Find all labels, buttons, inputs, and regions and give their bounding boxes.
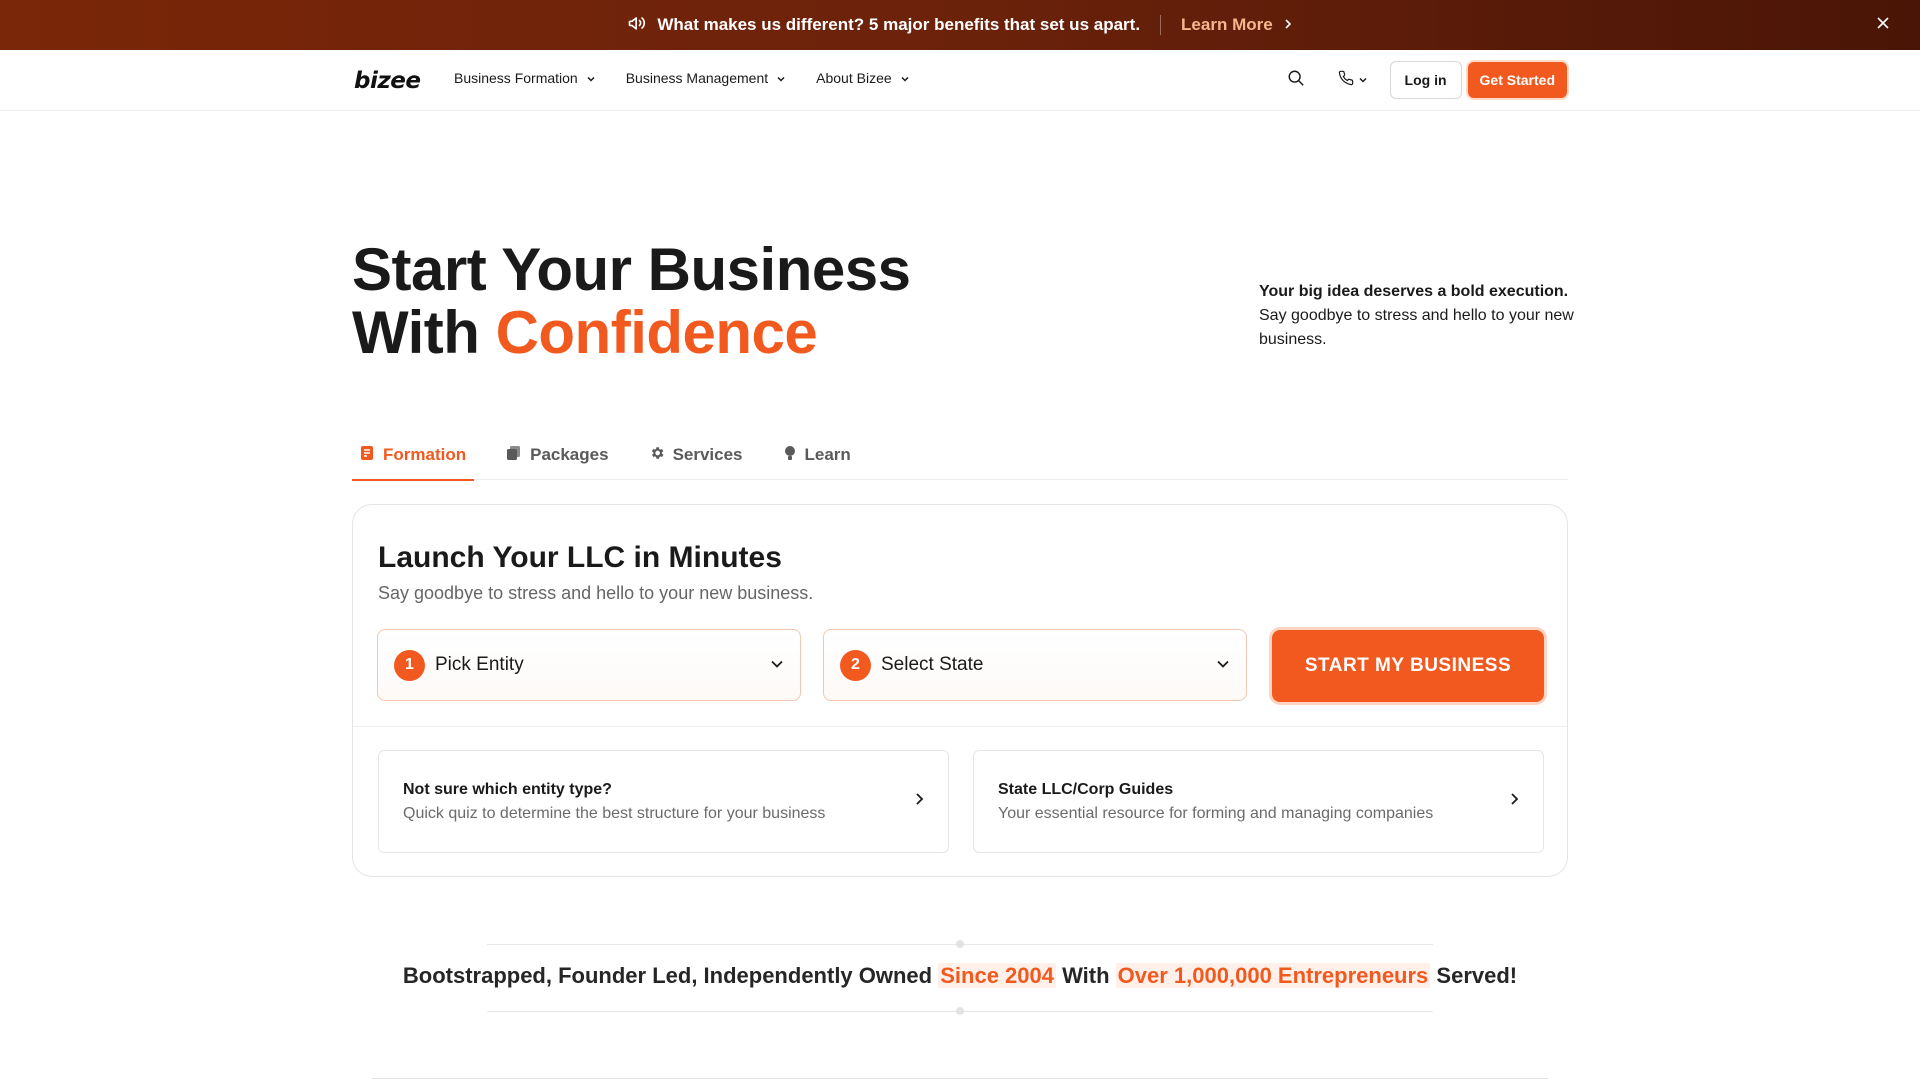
phone-dropdown[interactable] xyxy=(1330,61,1376,99)
chevron-right-icon xyxy=(1283,15,1293,35)
tab-label: Services xyxy=(672,445,743,464)
trust-text: Served! xyxy=(1430,963,1518,988)
guide-title: Not sure which entity type? xyxy=(403,780,612,798)
trust-highlight-entrepreneurs: Over 1,000,000 Entrepreneurs xyxy=(1115,963,1431,988)
tab-label: Formation xyxy=(383,445,467,464)
hero-tagline-text: Say goodbye to stress and hello to your … xyxy=(1259,307,1574,348)
product-tabs: Formation Packages Services Learn xyxy=(352,430,1568,481)
trust-text: Bootstrapped, Founder Led, Independently… xyxy=(402,963,939,988)
hero-title-accent: Confidence xyxy=(495,299,818,366)
hero-title-line2-prefix: With xyxy=(352,299,496,366)
trust-statement: Bootstrapped, Founder Led, Independently… xyxy=(0,963,1920,989)
guide-title: State LLC/Corp Guides xyxy=(998,780,1174,798)
phone-icon xyxy=(1338,70,1354,91)
card-title: Launch Your LLC in Minutes xyxy=(378,541,782,574)
bizee-logo[interactable]: bizee xyxy=(354,68,421,94)
document-icon xyxy=(360,445,375,466)
hero-tagline: Your big idea deserves a bold execution.… xyxy=(1259,280,1579,352)
nav-item-label: Business Formation xyxy=(454,70,578,86)
chevron-down-icon xyxy=(776,70,786,86)
section-divider xyxy=(372,1078,1548,1079)
announcement-message: What makes us different? 5 major benefit… xyxy=(657,15,1141,34)
nav-item-label: Business Management xyxy=(625,70,769,86)
step-badge: 1 xyxy=(394,649,425,681)
nav-actions: Log in Get Started xyxy=(1276,61,1567,99)
tab-label: Packages xyxy=(530,445,609,464)
chevron-down-icon xyxy=(586,70,596,86)
nav-menu: Business Formation Business Management A… xyxy=(454,70,910,86)
lightbulb-icon xyxy=(783,445,797,466)
tab-learn[interactable]: Learn xyxy=(775,430,859,480)
hero-title: Start Your Business With Confidence xyxy=(352,236,911,366)
guide-description: Your essential resource for forming and … xyxy=(998,804,1434,822)
announcement-bar: What makes us different? 5 major benefit… xyxy=(0,0,1920,50)
chevron-down-icon xyxy=(1216,656,1230,674)
guide-description: Quick quiz to determine the best structu… xyxy=(403,804,826,822)
nav-business-management[interactable]: Business Management xyxy=(626,70,786,86)
guide-text: State LLC/Corp Guides Your essential res… xyxy=(998,781,1509,823)
entity-quiz-link[interactable]: Not sure which entity type? Quick quiz t… xyxy=(378,750,949,853)
trust-divider-dot xyxy=(956,940,964,948)
card-subtitle: Say goodbye to stress and hello to your … xyxy=(378,583,814,603)
learn-more-link[interactable]: Learn More xyxy=(1181,15,1293,35)
chevron-right-icon xyxy=(914,792,924,811)
nav-business-formation[interactable]: Business Formation xyxy=(454,70,596,86)
nav-about-bizee[interactable]: About Bizee xyxy=(816,70,910,86)
close-icon xyxy=(1876,16,1890,35)
step-badge: 2 xyxy=(840,649,871,681)
tab-services[interactable]: Services xyxy=(641,430,751,480)
gear-icon xyxy=(649,445,665,466)
state-select-label: Select State xyxy=(881,654,984,675)
trust-highlight-since: Since 2004 xyxy=(938,963,1056,988)
guide-text: Not sure which entity type? Quick quiz t… xyxy=(403,781,914,823)
start-my-business-button[interactable]: START MY BUSINESS xyxy=(1272,630,1544,702)
trust-divider-dot xyxy=(956,1007,964,1015)
state-select[interactable]: 2 Select State xyxy=(823,629,1247,701)
chevron-down-icon xyxy=(1358,71,1368,89)
search-button[interactable] xyxy=(1276,61,1316,99)
card-divider xyxy=(353,726,1567,727)
search-icon xyxy=(1287,69,1305,92)
tab-label: Learn xyxy=(804,445,851,464)
close-announcement-button[interactable] xyxy=(1872,14,1894,36)
nav-item-label: About Bizee xyxy=(816,70,892,86)
tab-packages[interactable]: Packages xyxy=(498,430,616,480)
hero-tagline-bold: Your big idea deserves a bold execution. xyxy=(1259,283,1569,300)
hero-title-line1: Start Your Business xyxy=(352,236,911,303)
state-guides-link[interactable]: State LLC/Corp Guides Your essential res… xyxy=(973,750,1544,853)
trust-text: With xyxy=(1055,963,1116,988)
announcement-divider xyxy=(1160,15,1162,35)
chevron-right-icon xyxy=(1509,792,1519,811)
entity-select[interactable]: 1 Pick Entity xyxy=(377,629,801,701)
chevron-down-icon xyxy=(770,656,784,674)
chevron-down-icon xyxy=(900,70,910,86)
tab-formation[interactable]: Formation xyxy=(352,430,475,481)
main-navigation: bizee Business Formation Business Manage… xyxy=(0,50,1920,111)
megaphone-icon xyxy=(627,13,647,38)
formation-card: Launch Your LLC in Minutes Say goodbye t… xyxy=(352,504,1568,877)
learn-more-label: Learn More xyxy=(1181,15,1273,34)
get-started-button[interactable]: Get Started xyxy=(1467,62,1567,98)
login-button[interactable]: Log in xyxy=(1389,61,1462,99)
stack-icon xyxy=(506,445,522,466)
announcement-content: What makes us different? 5 major benefit… xyxy=(627,13,1292,38)
entity-select-label: Pick Entity xyxy=(435,654,524,675)
